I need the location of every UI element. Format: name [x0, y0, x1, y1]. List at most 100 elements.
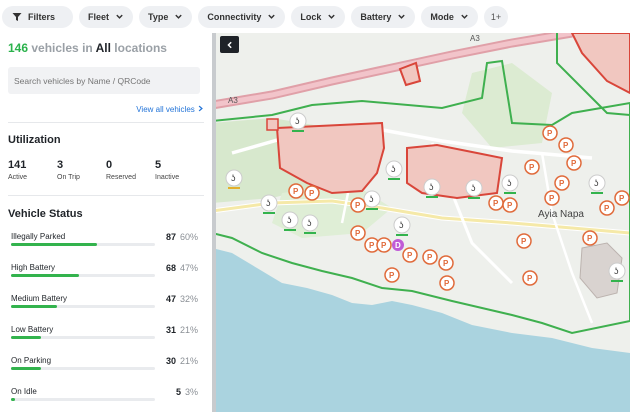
connectivity-dropdown[interactable]: Connectivity [198, 5, 286, 28]
filters-button[interactable]: Filters [2, 5, 74, 28]
divider [8, 122, 204, 123]
vehicle-search-input[interactable] [8, 67, 200, 94]
view-all-label: View all vehicles [136, 105, 195, 114]
status-progress-bar [11, 243, 155, 246]
chevron-down-icon [461, 14, 468, 19]
parking-marker[interactable]: P [304, 185, 320, 201]
parking-marker[interactable]: P [502, 197, 518, 213]
parking-marker[interactable]: P [542, 125, 558, 141]
status-value: 47 32% [166, 294, 198, 304]
svg-text:P: P [427, 253, 433, 262]
map-view[interactable]: A3 A3 Ayia Napa ʖ ʖ ʖ ʖ ʖ ʖ ʖ ʖ ʖ ʖ ʖ ʖ … [212, 33, 630, 412]
parking-marker[interactable]: P [350, 225, 366, 241]
utilization-on-trip[interactable]: 3 On Trip [57, 159, 106, 181]
parking-marker[interactable]: P [582, 230, 598, 246]
battery-dropdown[interactable]: Battery [351, 5, 416, 28]
location-name[interactable]: All [96, 41, 111, 55]
status-count: 87 [165, 232, 176, 242]
connectivity-label: Connectivity [207, 11, 262, 22]
fleet-dropdown[interactable]: Fleet [79, 5, 134, 28]
parking-marker[interactable]: P [376, 237, 392, 253]
status-percent: 3% [184, 387, 198, 397]
collapse-sidebar-button[interactable] [220, 36, 239, 53]
parking-marker[interactable]: P [438, 255, 454, 271]
status-row-low-battery[interactable]: Low Battery 31 21% [8, 325, 204, 356]
fleet-label: Fleet [88, 11, 110, 22]
parking-marker[interactable]: P [384, 267, 400, 283]
svg-text:P: P [507, 201, 513, 210]
parking-marker[interactable]: P [599, 200, 615, 216]
svg-text:ʖ: ʖ [231, 173, 236, 183]
svg-text:P: P [604, 204, 610, 213]
svg-text:P: P [587, 234, 593, 243]
vehicle-count-title: 146 vehicles in All locations [8, 41, 204, 55]
road-label-a3: A3 [470, 34, 480, 43]
parking-marker[interactable]: P [558, 137, 574, 153]
svg-text:P: P [563, 141, 569, 150]
map-canvas[interactable]: A3 A3 Ayia Napa ʖ ʖ ʖ ʖ ʖ ʖ ʖ ʖ ʖ ʖ ʖ ʖ … [212, 33, 630, 412]
parking-marker[interactable]: P [439, 275, 455, 291]
status-row-illegally-parked[interactable]: Illegally Parked 87 60% [8, 232, 204, 263]
svg-text:P: P [529, 163, 535, 172]
mode-dropdown[interactable]: Mode [421, 5, 478, 28]
parking-marker[interactable]: P [554, 175, 570, 191]
parking-marker[interactable]: P [422, 249, 438, 265]
status-percent: 60% [179, 232, 198, 242]
vehicle-status-list: Illegally Parked 87 60% High Battery 68 47… [8, 232, 204, 412]
svg-text:ʖ: ʖ [594, 178, 599, 188]
svg-text:P: P [559, 179, 565, 188]
svg-text:P: P [381, 241, 387, 250]
mode-label: Mode [430, 11, 454, 22]
parking-marker[interactable]: P [566, 155, 582, 171]
status-row-on-parking[interactable]: On Parking 30 21% [8, 356, 204, 387]
svg-text:P: P [547, 129, 553, 138]
lock-dropdown[interactable]: Lock [291, 5, 346, 28]
status-row-high-battery[interactable]: High Battery 68 47% [8, 263, 204, 294]
utilization-inactive[interactable]: 5 Inactive [155, 159, 204, 181]
svg-text:P: P [355, 229, 361, 238]
status-row-on-idle[interactable]: On Idle 5 3% [8, 387, 204, 412]
utilization-active[interactable]: 141 Active [8, 159, 57, 181]
restricted-zone[interactable] [266, 118, 279, 131]
filters-label: Filters [28, 11, 56, 22]
status-count: 31 [165, 325, 176, 335]
status-progress-fill [11, 243, 98, 246]
utilization-label: Reserved [106, 174, 136, 181]
svg-text:ʖ: ʖ [471, 183, 476, 193]
parking-marker[interactable]: P [488, 195, 504, 211]
type-dropdown[interactable]: Type [139, 5, 193, 28]
status-percent: 47% [179, 263, 198, 273]
status-progress-fill [11, 367, 42, 370]
chevron-down-icon [398, 14, 406, 19]
parking-marker[interactable]: P [522, 270, 538, 286]
svg-text:ʖ: ʖ [307, 218, 312, 228]
svg-text:P: P [549, 194, 555, 203]
utilization-title: Utilization [8, 134, 61, 146]
svg-text:ʖ: ʖ [507, 178, 512, 188]
status-progress-fill [11, 305, 58, 308]
utilization-value: 141 [8, 159, 27, 171]
parking-marker[interactable]: P [516, 233, 532, 249]
parking-marker[interactable]: P [614, 190, 630, 206]
svg-text:P: P [355, 201, 361, 210]
svg-text:P: P [407, 251, 413, 260]
type-label: Type [148, 11, 169, 22]
parking-marker[interactable]: P [524, 159, 540, 175]
reserved-marker[interactable]: D [392, 239, 404, 251]
utilization-reserved[interactable]: 0 Reserved [106, 159, 155, 181]
parking-marker[interactable]: P [288, 183, 304, 199]
svg-text:ʖ: ʖ [369, 194, 374, 204]
status-percent: 21% [179, 356, 198, 366]
status-value: 31 21% [166, 325, 198, 335]
map-resize-handle[interactable] [212, 33, 216, 412]
parking-marker[interactable]: P [402, 247, 418, 263]
status-row-medium-battery[interactable]: Medium Battery 47 32% [8, 294, 204, 325]
parking-marker[interactable]: P [544, 190, 560, 206]
view-all-vehicles-link[interactable]: View all vehicles [8, 105, 204, 114]
status-progress-bar [11, 336, 155, 339]
svg-text:ʖ: ʖ [266, 198, 271, 208]
more-filters-button[interactable]: 1+ [483, 5, 509, 28]
parking-marker[interactable]: P [350, 197, 366, 213]
status-count: 47 [165, 294, 176, 304]
status-progress-fill [11, 274, 79, 277]
